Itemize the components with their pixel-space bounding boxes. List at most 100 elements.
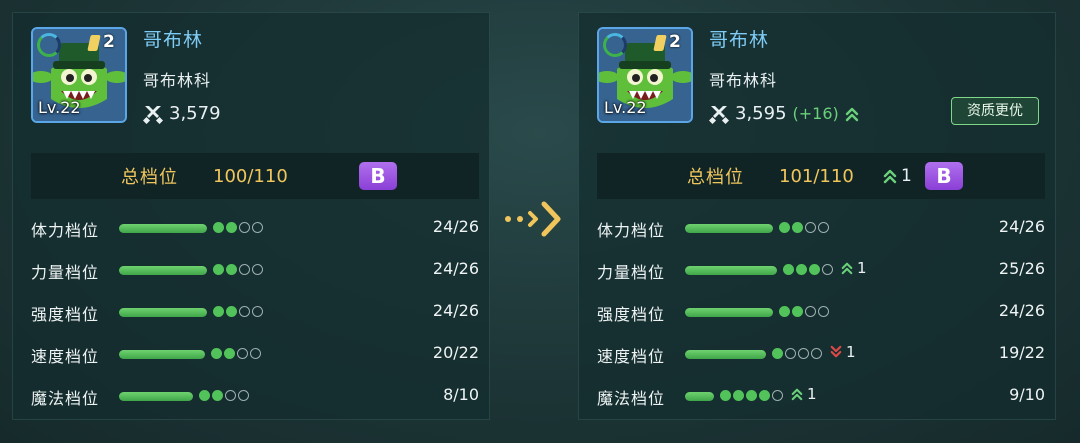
tier-dot	[720, 390, 731, 401]
tier-row: 魔法档位 8/10	[31, 381, 479, 411]
monster-family: 哥布林科	[709, 71, 778, 90]
tier-dot	[226, 306, 237, 317]
tier-progress-bar	[119, 308, 207, 317]
tier-progress-bar	[685, 266, 777, 275]
tier-row-label: 强度档位	[597, 305, 666, 324]
power-value: 3,579	[169, 103, 221, 124]
tier-row-change: 1	[841, 259, 867, 277]
tier-dot	[225, 390, 236, 401]
tier-row-delta: 1	[846, 343, 856, 361]
total-tier-change: 1	[883, 166, 912, 186]
tier-row-delta: 1	[807, 385, 817, 403]
chevron-down-icon	[830, 345, 842, 358]
tier-dot	[212, 390, 223, 401]
tier-dots	[211, 348, 261, 359]
tier-dot	[252, 264, 263, 275]
tier-row-label: 体力档位	[597, 221, 666, 240]
tier-progress-bar	[119, 224, 207, 233]
total-tier-label: 总档位	[121, 167, 178, 188]
tier-row-label: 速度档位	[31, 347, 100, 366]
tier-dot	[199, 390, 210, 401]
tier-dots	[213, 222, 263, 233]
tier-row-label: 体力档位	[31, 221, 100, 240]
grade-badge: B	[359, 162, 397, 190]
tier-progress-bar	[119, 266, 207, 275]
tier-dot	[252, 222, 263, 233]
goblin-portrait[interactable]: 2 Lv.22	[31, 27, 127, 123]
grade-badge: B	[925, 162, 963, 190]
tier-row-value: 24/26	[432, 217, 479, 236]
tier-dot	[239, 306, 250, 317]
tier-row: 魔法档位 1 9/10	[597, 381, 1045, 411]
swords-icon	[709, 105, 729, 124]
tier-progress-bar	[685, 350, 766, 359]
tier-dots	[783, 264, 833, 275]
tier-dot	[779, 222, 790, 233]
total-tier-bar: 总档位 101/110 1 B	[597, 153, 1045, 199]
power-rating: 3,579	[143, 103, 221, 124]
tier-row-label: 魔法档位	[31, 389, 100, 408]
star-count: 2	[669, 32, 681, 52]
arrow-right-icon	[500, 196, 564, 242]
total-tier-value: 100/110	[213, 165, 288, 187]
tier-dots	[213, 306, 263, 317]
tier-row-value: 24/26	[998, 217, 1045, 236]
tier-dots	[772, 348, 822, 359]
tier-row-value: 8/10	[443, 385, 479, 404]
tier-progress-bar	[119, 350, 205, 359]
tier-dot	[805, 306, 816, 317]
tier-dots	[199, 390, 249, 401]
total-tier-label: 总档位	[687, 167, 744, 188]
tier-dot	[772, 390, 783, 401]
tier-dot	[796, 264, 807, 275]
tier-dot	[252, 306, 263, 317]
tier-dot	[809, 264, 820, 275]
tier-dot	[785, 348, 796, 359]
better-aptitude-button[interactable]: 资质更优	[951, 97, 1039, 125]
tier-dot	[239, 264, 250, 275]
total-tier-bar: 总档位 100/110 B	[31, 153, 479, 199]
tier-dots	[779, 222, 829, 233]
monster-name: 哥布林	[143, 29, 204, 51]
chevron-up-icon	[791, 388, 803, 401]
tier-dot	[822, 264, 833, 275]
tier-row: 强度档位 24/26	[31, 297, 479, 327]
goblin-portrait[interactable]: 2 Lv.22	[597, 27, 693, 123]
element-ring-icon	[603, 33, 627, 57]
tier-dot	[798, 348, 809, 359]
chevron-up-icon	[883, 169, 897, 184]
tier-row-value: 24/26	[432, 301, 479, 320]
tier-progress-bar	[119, 392, 193, 401]
tier-dot	[805, 222, 816, 233]
tier-dot	[818, 306, 829, 317]
tier-dot	[226, 222, 237, 233]
monster-name: 哥布林	[709, 29, 770, 51]
monster-family: 哥布林科	[143, 71, 212, 90]
level-badge: Lv.22	[604, 98, 647, 117]
tier-row-value: 24/26	[432, 259, 479, 278]
tier-dot	[811, 348, 822, 359]
tier-row-value: 20/22	[432, 343, 479, 362]
star-count: 2	[103, 32, 115, 52]
chevron-up-icon	[841, 262, 853, 275]
tier-row-label: 速度档位	[597, 347, 666, 366]
chevron-up-icon	[845, 107, 858, 121]
tier-dot	[239, 222, 250, 233]
tier-row-delta: 1	[857, 259, 867, 277]
tier-row: 速度档位 20/22	[31, 339, 479, 369]
new-stats-panel: 2 Lv.22 哥布林 哥布林科 3,595 (+16) 资质更优 总档位 10…	[578, 12, 1056, 420]
tier-row-label: 魔法档位	[597, 389, 666, 408]
tier-row: 强度档位 24/26	[597, 297, 1045, 327]
tier-dot	[238, 390, 249, 401]
tier-dot	[224, 348, 235, 359]
power-delta: (+16)	[792, 104, 839, 123]
tier-dot	[746, 390, 757, 401]
tier-dot	[818, 222, 829, 233]
power-rating: 3,595 (+16)	[709, 103, 859, 124]
tier-dot	[792, 306, 803, 317]
tier-dot	[213, 306, 224, 317]
tier-dots	[720, 390, 783, 401]
tier-dot	[213, 222, 224, 233]
tier-dot	[211, 348, 222, 359]
tier-progress-bar	[685, 308, 773, 317]
